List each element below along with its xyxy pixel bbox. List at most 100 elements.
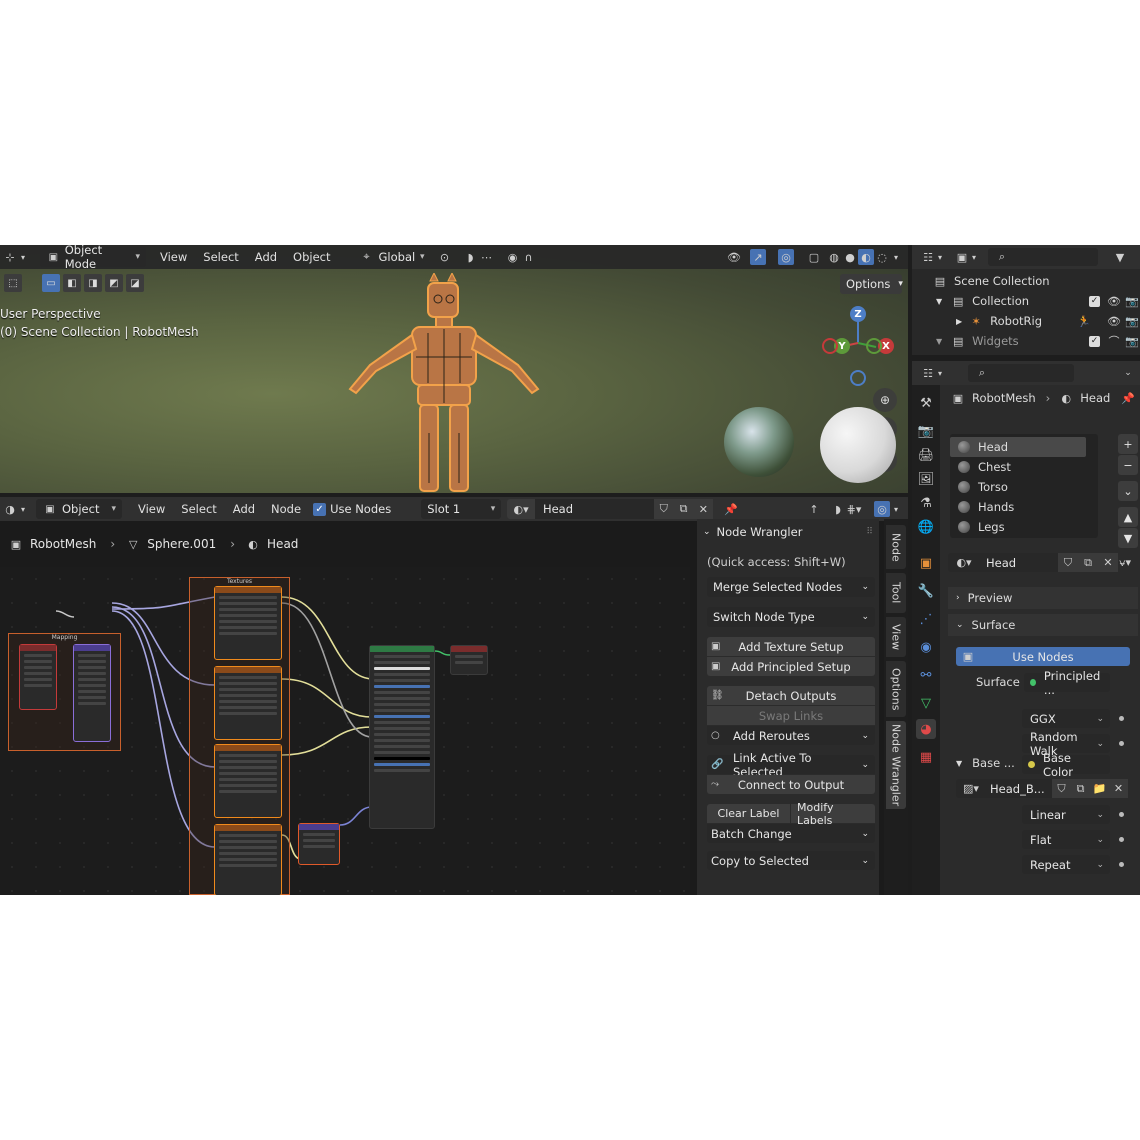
scene-tab-icon[interactable]: ⚗ [916, 493, 936, 513]
search-input[interactable]: ⌕ [968, 364, 1074, 382]
add-principled-setup-button[interactable]: ▣ Add Principled Setup [707, 657, 875, 676]
checkbox-icon[interactable]: ✓ [1089, 335, 1100, 347]
image-texture-node[interactable] [214, 824, 282, 895]
pose-icon[interactable]: 🏃 [1076, 313, 1092, 329]
slot-specials-icon[interactable]: ⌄ [1118, 481, 1138, 501]
chevron-down-icon[interactable]: ▾ [18, 249, 28, 265]
swap-links-button[interactable]: Swap Links [707, 706, 875, 725]
textures-frame[interactable]: Textures [189, 577, 290, 895]
filter-icon[interactable]: ▼ [1112, 249, 1128, 265]
tab-node-wrangler[interactable]: Node Wrangler [886, 721, 906, 809]
editor-type-icon[interactable]: ☷ [920, 365, 936, 381]
projection-dropdown[interactable]: Flat ⌄ [1022, 830, 1110, 849]
switch-node-type-menu[interactable]: Switch Node Type ⌄ [707, 607, 875, 627]
options-dropdown[interactable]: Options ▾ [840, 274, 903, 294]
gizmo-neg-y[interactable] [822, 338, 838, 354]
list-item[interactable]: Legs [950, 517, 1098, 537]
robot-mesh[interactable] [330, 273, 560, 495]
material-sphere-icon[interactable]: ◐▾ [507, 499, 535, 519]
snap-target-icon[interactable]: ⋯ [479, 249, 495, 265]
eye-closed-icon[interactable]: ⌒ [1106, 333, 1122, 349]
detach-outputs-button[interactable]: ⛓ Detach Outputs [707, 686, 875, 705]
move-up-icon[interactable]: ▲ [1118, 507, 1138, 527]
normal-map-node[interactable] [298, 823, 340, 865]
batch-change-menu[interactable]: Batch Change ⌄ [707, 824, 875, 843]
menu-select[interactable]: Select [195, 250, 246, 264]
close-icon[interactable]: ✕ [693, 499, 714, 519]
eye-icon[interactable]: 👁 [1106, 293, 1122, 309]
link-active-to-selected-menu[interactable]: 🔗 Link Active To Selected ⌄ [707, 751, 875, 779]
fake-user-shield-icon[interactable]: ⛉ [1052, 779, 1071, 798]
preview-panel-header[interactable]: › Preview [948, 587, 1138, 609]
zoom-icon[interactable]: ⊕ [873, 388, 897, 412]
editor-type-icon[interactable]: ⊹ [2, 249, 18, 265]
fake-user-shield-icon[interactable]: ⛉ [1058, 553, 1078, 572]
select-intersect-icon[interactable]: ◪ [126, 274, 144, 292]
copy-to-selected-menu[interactable]: Copy to Selected ⌄ [707, 851, 875, 870]
pin-icon[interactable]: 📌 [723, 501, 739, 517]
image-texture-node[interactable] [214, 586, 282, 660]
visibility-icon[interactable]: 👁 [726, 249, 742, 265]
overlay-toggle-icon[interactable]: ◎ [778, 249, 794, 265]
chevron-down-icon[interactable]: ▾ [936, 365, 944, 381]
object-type-dropdown[interactable]: ▣ Object ▾ [36, 499, 122, 519]
material-shading-icon[interactable]: ◐ [858, 249, 874, 265]
data-tab-icon[interactable]: ▽ [916, 693, 936, 713]
slot-dropdown[interactable]: Slot 1 ▾ [421, 499, 502, 519]
base-color-row[interactable]: ▼ Base ... [956, 752, 1015, 774]
checkbox-icon[interactable]: ✓ [1089, 295, 1100, 307]
menu-view[interactable]: View [152, 250, 195, 264]
outliner-row-collection[interactable]: ▼ ▤ Collection ✓ 👁 📷 [936, 291, 1140, 311]
socket-dot-icon[interactable] [1119, 812, 1124, 817]
material-selector[interactable]: ◐▾ Head ⛉ ⧉ ✕ [507, 499, 714, 519]
clear-label-button[interactable]: Clear Label [707, 804, 790, 823]
snap-icon[interactable]: ◗ [463, 249, 479, 265]
chevron-down-icon[interactable]: ▼ [936, 337, 942, 346]
duplicate-icon[interactable]: ⧉ [1078, 553, 1098, 572]
chevron-down-icon[interactable]: ▼ [936, 297, 942, 306]
snap-element-icon[interactable]: ⋕▾ [846, 501, 862, 517]
texture-tab-icon[interactable]: ▦ [916, 747, 936, 767]
physics-tab-icon[interactable]: ◉ [916, 637, 936, 657]
proportional-edit-icon[interactable]: ◉ [505, 249, 521, 265]
chevron-right-icon[interactable]: ▶ [956, 317, 962, 326]
select-new-icon[interactable]: ▭ [42, 274, 60, 292]
list-item[interactable]: Torso [950, 477, 1098, 497]
menu-node[interactable]: Node [263, 502, 309, 516]
material-slot-list[interactable]: Head Chest Torso Hands Legs [950, 434, 1098, 538]
interpolation-dropdown[interactable]: Linear ⌄ [1022, 805, 1110, 824]
material-sphere-icon[interactable]: ◐▾ [948, 555, 980, 571]
add-texture-setup-button[interactable]: ▣ Add Texture Setup [707, 637, 875, 656]
gizmo-z-axis[interactable]: Z [850, 306, 866, 322]
output-tab-icon[interactable]: 🖨 [916, 445, 936, 465]
xray-icon[interactable]: ▢ [806, 249, 822, 265]
merge-selected-nodes-menu[interactable]: Merge Selected Nodes ⌄ [707, 577, 875, 597]
overlay-toggle-icon[interactable]: ◎ [874, 501, 890, 517]
gizmo-neg-x[interactable] [866, 338, 882, 354]
node-canvas[interactable]: Mapping Textures [0, 567, 690, 895]
close-icon[interactable]: ✕ [1109, 779, 1128, 798]
use-nodes-checkbox[interactable]: ✓ Use Nodes [313, 502, 391, 516]
surface-panel-header[interactable]: ⌄ Surface [948, 614, 1138, 636]
3d-viewport[interactable]: ⊹ ▾ ▣ Object Mode ▾ View Select Add Objec… [0, 245, 908, 493]
socket-dot-icon[interactable] [1119, 837, 1124, 842]
parent-node-tree-icon[interactable]: ↑ [806, 501, 822, 517]
material-output-node[interactable] [450, 645, 488, 675]
mode-dropdown[interactable]: ▣ Object Mode ▾ [40, 245, 146, 271]
principled-bsdf-node[interactable] [369, 645, 435, 829]
outliner-row-scene-collection[interactable]: ▤ Scene Collection [932, 271, 1050, 291]
menu-object[interactable]: Object [285, 250, 338, 264]
add-reroutes-menu[interactable]: ○ Add Reroutes ⌄ [707, 726, 875, 745]
image-datablock-selector[interactable]: ▨▾ Head_B... ⛉ ⧉ 📁 ✕ [956, 779, 1128, 798]
display-mode-icon[interactable]: ▣ [954, 249, 970, 265]
camera-icon[interactable]: 📷 [1124, 293, 1140, 309]
folder-icon[interactable]: 📁 [1090, 779, 1109, 798]
solid-shading-icon[interactable]: ● [842, 249, 858, 265]
world-tab-icon[interactable]: 🌐 [916, 517, 936, 537]
surface-shader-selector[interactable]: Principled ... [1024, 669, 1110, 697]
select-subtract-icon[interactable]: ◨ [84, 274, 102, 292]
material-tab-icon[interactable]: ◕ [916, 719, 936, 739]
editor-type-icon[interactable]: ☷ [920, 249, 936, 265]
snap-icon[interactable]: ◗ [830, 501, 846, 517]
search-input[interactable]: ⌕ [988, 248, 1098, 266]
